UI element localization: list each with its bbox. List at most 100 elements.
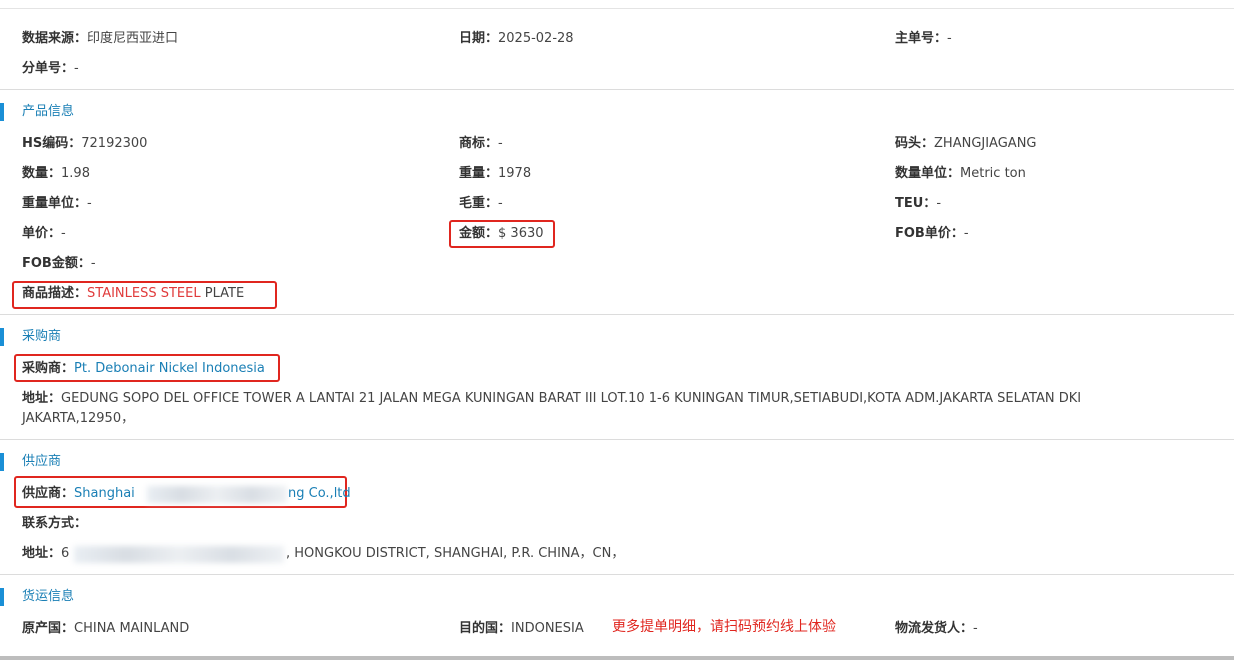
supplier-link-end[interactable]: ng Co.,ltd xyxy=(288,484,351,504)
product-description-keyword: STAINLESS STEEL xyxy=(87,286,201,301)
divider xyxy=(0,439,1234,440)
buyer-address-label: 地址： xyxy=(22,391,62,406)
divider xyxy=(0,574,1234,575)
logistics-shipper: 物流发货人：- xyxy=(895,619,978,639)
supplier-link-start[interactable]: Shanghai xyxy=(74,486,135,501)
port-label: 码头： xyxy=(895,136,935,151)
teu-label: TEU： xyxy=(895,196,937,211)
quantity-label: 数量： xyxy=(22,166,62,181)
product-description-label: 商品描述： xyxy=(22,286,88,301)
destination-country-label: 目的国： xyxy=(459,621,512,636)
section-bar xyxy=(0,588,4,606)
master-bill-label: 主单号： xyxy=(895,31,948,46)
brand-label: 商标： xyxy=(459,136,499,151)
section-bar xyxy=(0,328,4,346)
section-title-shipping: 货运信息 xyxy=(22,589,75,604)
teu-value: - xyxy=(936,196,942,211)
sub-bill-value: - xyxy=(74,61,79,76)
gross-weight-value: - xyxy=(498,196,503,211)
horizontal-scrollbar[interactable] xyxy=(0,656,1234,660)
section-title-supplier: 供应商 xyxy=(22,454,62,469)
fob-unit-price-value: - xyxy=(963,226,969,241)
quantity-unit-value: Metric ton xyxy=(960,166,1026,181)
supplier-address: 地址：6 xyxy=(22,544,69,564)
top-divider xyxy=(0,8,1234,9)
hs-code: HS编码：72192300 xyxy=(22,134,147,154)
product-description: 商品描述：STAINLESS STEEL PLATE xyxy=(22,284,244,304)
section-buyer: 采购商 xyxy=(0,326,200,348)
section-product: 产品信息 xyxy=(0,101,200,123)
data-source: 数据来源：印度尼西亚进口 xyxy=(22,29,178,49)
buyer: 采购商：Pt. Debonair Nickel Indonesia xyxy=(22,359,265,379)
date-value: 2025-02-28 xyxy=(498,31,574,46)
origin-country: 原产国：CHINA MAINLAND xyxy=(22,619,189,639)
amount-label: 金额： xyxy=(459,226,499,241)
supplier-address-label: 地址： xyxy=(22,546,62,561)
supplier: 供应商：Shanghai xyxy=(22,484,135,504)
contact-label: 联系方式： xyxy=(22,516,88,531)
weight-unit-value: - xyxy=(87,196,92,211)
brand-value: - xyxy=(498,136,503,151)
fob-amount-label: FOB金额： xyxy=(22,256,91,271)
data-source-value: 印度尼西亚进口 xyxy=(87,31,179,46)
weight-label: 重量： xyxy=(459,166,499,181)
section-title-buyer: 采购商 xyxy=(22,329,62,344)
destination-country: 目的国：INDONESIA xyxy=(459,619,584,639)
redacted-blur xyxy=(74,546,284,563)
teu: TEU：- xyxy=(895,194,941,214)
fob-unit-price-label: FOB单价： xyxy=(895,226,964,241)
amount: 金额：$ 3630 xyxy=(459,224,544,244)
logistics-shipper-label: 物流发货人： xyxy=(895,621,974,636)
origin-country-value: CHINA MAINLAND xyxy=(74,621,190,636)
weight-unit-label: 重量单位： xyxy=(22,196,88,211)
gross-weight-label: 毛重： xyxy=(459,196,499,211)
buyer-address: 地址：GEDUNG SOPO DEL OFFICE TOWER A LANTAI… xyxy=(22,389,1172,429)
fob-unit-price: FOB单价：- xyxy=(895,224,969,244)
section-shipping: 货运信息 xyxy=(0,586,200,608)
unit-price-value: - xyxy=(61,226,66,241)
amount-value: $ 3630 xyxy=(498,226,544,241)
promo-text[interactable]: 更多提单明细，请扫码预约线上体验 xyxy=(612,616,836,636)
gross-weight: 毛重：- xyxy=(459,194,503,214)
logistics-shipper-value: - xyxy=(973,621,978,636)
quantity: 数量：1.98 xyxy=(22,164,90,184)
section-bar xyxy=(0,103,4,121)
redacted-blur xyxy=(147,486,287,503)
port: 码头：ZHANGJIAGANG xyxy=(895,134,1037,154)
buyer-address-value: GEDUNG SOPO DEL OFFICE TOWER A LANTAI 21… xyxy=(22,391,1082,426)
master-bill: 主单号：- xyxy=(895,29,952,49)
origin-country-label: 原产国： xyxy=(22,621,75,636)
product-description-rest: PLATE xyxy=(200,286,245,301)
date-label: 日期： xyxy=(459,31,499,46)
buyer-link[interactable]: Pt. Debonair Nickel Indonesia xyxy=(74,361,265,376)
contact: 联系方式： xyxy=(22,514,87,534)
weight-unit: 重量单位：- xyxy=(22,194,92,214)
unit-price-label: 单价： xyxy=(22,226,62,241)
supplier-label: 供应商： xyxy=(22,486,75,501)
port-value: ZHANGJIAGANG xyxy=(934,136,1037,151)
unit-price: 单价：- xyxy=(22,224,66,244)
section-title-product: 产品信息 xyxy=(22,104,75,119)
date: 日期：2025-02-28 xyxy=(459,29,574,49)
supplier-address-end: , HONGKOU DISTRICT, SHANGHAI, P.R. CHINA… xyxy=(286,546,625,561)
quantity-unit-label: 数量单位： xyxy=(895,166,961,181)
sub-bill-label: 分单号： xyxy=(22,61,75,76)
divider xyxy=(0,314,1234,315)
weight-value: 1978 xyxy=(498,166,532,181)
quantity-value: 1.98 xyxy=(61,166,90,181)
buyer-label: 采购商： xyxy=(22,361,75,376)
hs-code-value: 72192300 xyxy=(81,136,148,151)
brand: 商标：- xyxy=(459,134,503,154)
section-bar xyxy=(0,453,4,471)
fob-amount-value: - xyxy=(90,256,96,271)
quantity-unit: 数量单位：Metric ton xyxy=(895,164,1026,184)
data-source-label: 数据来源： xyxy=(22,31,88,46)
sub-bill: 分单号：- xyxy=(22,59,79,79)
weight: 重量：1978 xyxy=(459,164,531,184)
fob-amount: FOB金额：- xyxy=(22,254,96,274)
destination-country-value: INDONESIA xyxy=(511,621,584,636)
divider xyxy=(0,89,1234,90)
section-supplier: 供应商 xyxy=(0,451,200,473)
supplier-address-start: 6 xyxy=(61,546,70,561)
hs-code-label: HS编码： xyxy=(22,136,82,151)
